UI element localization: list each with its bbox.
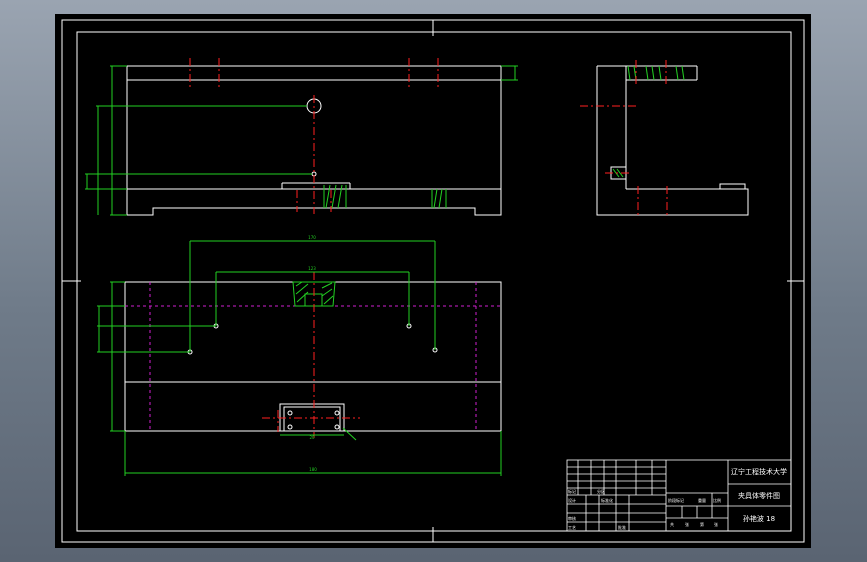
sheet-label-sheet1: 张 [685,521,689,527]
drawing-sheet [55,14,811,548]
row-label-mark: 标记 [568,488,576,494]
mid-label-approve: 批准 [618,524,626,530]
school-name: 辽宁工程技术大学 [731,467,787,476]
stage-label-scale: 比例 [713,497,721,503]
row-label-design: 设计 [568,497,576,503]
stage-label-weight: 重量 [698,497,706,503]
dim-overall-length: 180 [309,467,317,472]
drawing-name: 夹具体零件图 [738,491,780,500]
dim-inner-width: 123 [308,266,316,271]
row-label-review: 审核 [568,515,576,521]
student-name: 孙艳波 18 [743,514,775,523]
stage-label-mark: 阶段标记 [668,497,684,503]
cad-viewport[interactable]: 170 123 180 20 辽宁工程技术大学 夹具体零件图 孙艳波 18 标记… [0,0,867,562]
sheet-label-num: 第 [700,521,704,527]
row-label-process: 工艺 [568,525,576,530]
sheet-label-sheet2: 张 [714,521,718,527]
mid-label-standard: 标准化 [601,497,613,503]
dim-top-width: 170 [308,235,316,240]
sheet-label-total: 共 [670,521,674,527]
dim-bottom-small: 20 [309,435,315,440]
mid-label-zone: 分区 [597,488,605,494]
